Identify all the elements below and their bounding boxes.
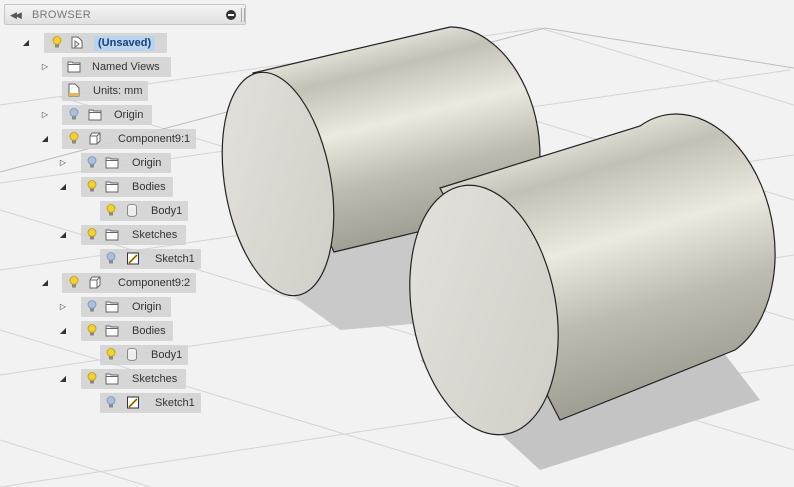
tree-row[interactable]: Units: mm (0, 81, 250, 101)
lightbulb-visibility-icon[interactable] (69, 276, 79, 289)
tree-row[interactable]: Sketch1 (0, 393, 250, 413)
tree-node[interactable]: Bodies (81, 177, 173, 197)
folder-icon (105, 371, 119, 386)
expanded-triangle-icon[interactable]: ◢ (58, 374, 68, 384)
tree-node-label: Origin (132, 301, 162, 313)
tree-row[interactable]: ◢ Sketches (0, 369, 250, 389)
tree-node-label: Named Views (92, 61, 160, 73)
tree-node-label: Units: mm (93, 85, 143, 97)
tree-row[interactable]: ◢ Bodies (0, 321, 250, 341)
expanded-triangle-icon[interactable]: ◢ (58, 230, 68, 240)
component-icon (88, 131, 102, 146)
collapsed-triangle-icon[interactable]: ▷ (58, 158, 68, 168)
tree-row[interactable]: ◢ Sketches (0, 225, 250, 245)
tree-row[interactable]: ◢ Component9:2 (0, 273, 250, 293)
double-arrow-left-icon[interactable]: ◀◀ (10, 9, 22, 21)
expanded-triangle-icon[interactable]: ◢ (58, 326, 68, 336)
folder-icon (105, 179, 119, 194)
lightbulb-visibility-icon[interactable] (69, 132, 79, 145)
lightbulb-visibility-icon[interactable] (106, 348, 116, 361)
minus-circle-icon[interactable] (226, 10, 236, 20)
browser-title: BROWSER (32, 9, 91, 21)
tree-node-label: Sketch1 (155, 253, 195, 265)
tree-node[interactable]: Named Views (62, 57, 171, 77)
tree-node[interactable]: Sketch1 (100, 249, 201, 269)
lightbulb-visibility-icon[interactable] (87, 324, 97, 337)
component-icon (88, 275, 102, 290)
tree-node-label: Sketches (132, 373, 178, 385)
tree-node[interactable]: Component9:2 (62, 273, 196, 293)
tree-node[interactable]: (Unsaved) (44, 33, 167, 53)
expanded-triangle-icon[interactable]: ◢ (40, 278, 50, 288)
browser-header[interactable]: ◀◀ BROWSER (4, 4, 246, 25)
lightbulb-visibility-icon[interactable] (87, 228, 97, 241)
tree-node-label: Bodies (132, 325, 166, 337)
body-icon (125, 203, 139, 218)
tree-node-label: Body1 (151, 349, 183, 361)
folder-icon (105, 323, 119, 338)
tree-node-label: Component9:2 (118, 277, 191, 289)
tree-row[interactable]: Body1 (0, 201, 250, 221)
tree-row[interactable]: ◢ Bodies (0, 177, 250, 197)
body-icon (125, 347, 139, 362)
tree-row[interactable]: ▷ Origin (0, 297, 250, 317)
lightbulb-visibility-icon[interactable] (87, 300, 97, 313)
tree-row[interactable]: ◢ (Unsaved) (0, 33, 250, 53)
tree-node[interactable]: Sketch1 (100, 393, 201, 413)
sketch-icon (126, 395, 140, 410)
expanded-triangle-icon[interactable]: ◢ (40, 134, 50, 144)
expanded-triangle-icon[interactable]: ◢ (58, 182, 68, 192)
collapsed-triangle-icon[interactable]: ▷ (40, 110, 50, 120)
tree-node-label: (Unsaved) (94, 36, 156, 51)
folder-icon (105, 155, 119, 170)
tree-node[interactable]: Sketches (81, 225, 186, 245)
units-document-icon (67, 83, 81, 98)
tree-row[interactable]: Sketch1 (0, 249, 250, 269)
folder-icon (67, 59, 81, 74)
lightbulb-visibility-icon[interactable] (52, 36, 62, 49)
tree-node[interactable]: Bodies (81, 321, 173, 341)
collapsed-triangle-icon[interactable]: ▷ (40, 62, 50, 72)
document-icon (70, 35, 84, 50)
tree-node[interactable]: Origin (62, 105, 152, 125)
tree-node[interactable]: Body1 (100, 201, 188, 221)
collapsed-triangle-icon[interactable]: ▷ (58, 302, 68, 312)
tree-node-label: Sketch1 (155, 397, 195, 409)
lightbulb-visibility-icon[interactable] (87, 372, 97, 385)
folder-icon (88, 107, 102, 122)
lightbulb-visibility-icon[interactable] (87, 180, 97, 193)
tree-row[interactable]: ▷ Origin (0, 153, 250, 173)
tree-node[interactable]: Body1 (100, 345, 188, 365)
tree-node[interactable]: Sketches (81, 369, 186, 389)
lightbulb-visibility-icon[interactable] (106, 204, 116, 217)
folder-icon (105, 299, 119, 314)
tree-node-label: Origin (114, 109, 144, 121)
tree-node-label: Origin (132, 157, 162, 169)
lightbulb-visibility-icon[interactable] (106, 396, 116, 409)
tree-row[interactable]: ▷ Origin (0, 105, 250, 125)
folder-icon (105, 227, 119, 242)
lightbulb-visibility-icon[interactable] (106, 252, 116, 265)
tree-node[interactable]: Component9:1 (62, 129, 196, 149)
tree-node[interactable]: Origin (81, 153, 171, 173)
lightbulb-visibility-icon[interactable] (87, 156, 97, 169)
tree-node[interactable]: Origin (81, 297, 171, 317)
tree-node[interactable]: Units: mm (62, 81, 148, 101)
expanded-triangle-icon[interactable]: ◢ (21, 38, 31, 48)
lightbulb-visibility-icon[interactable] (69, 108, 79, 121)
tree-node-label: Sketches (132, 229, 178, 241)
tree-row[interactable]: ▷ Named Views (0, 57, 250, 77)
tree-node-label: Body1 (151, 205, 183, 217)
tree-node-label: Bodies (132, 181, 166, 193)
tree-row[interactable]: Body1 (0, 345, 250, 365)
panel-grip-handle[interactable] (241, 8, 245, 22)
tree-row[interactable]: ◢ Component9:1 (0, 129, 250, 149)
sketch-icon (126, 251, 140, 266)
tree-node-label: Component9:1 (118, 133, 191, 145)
